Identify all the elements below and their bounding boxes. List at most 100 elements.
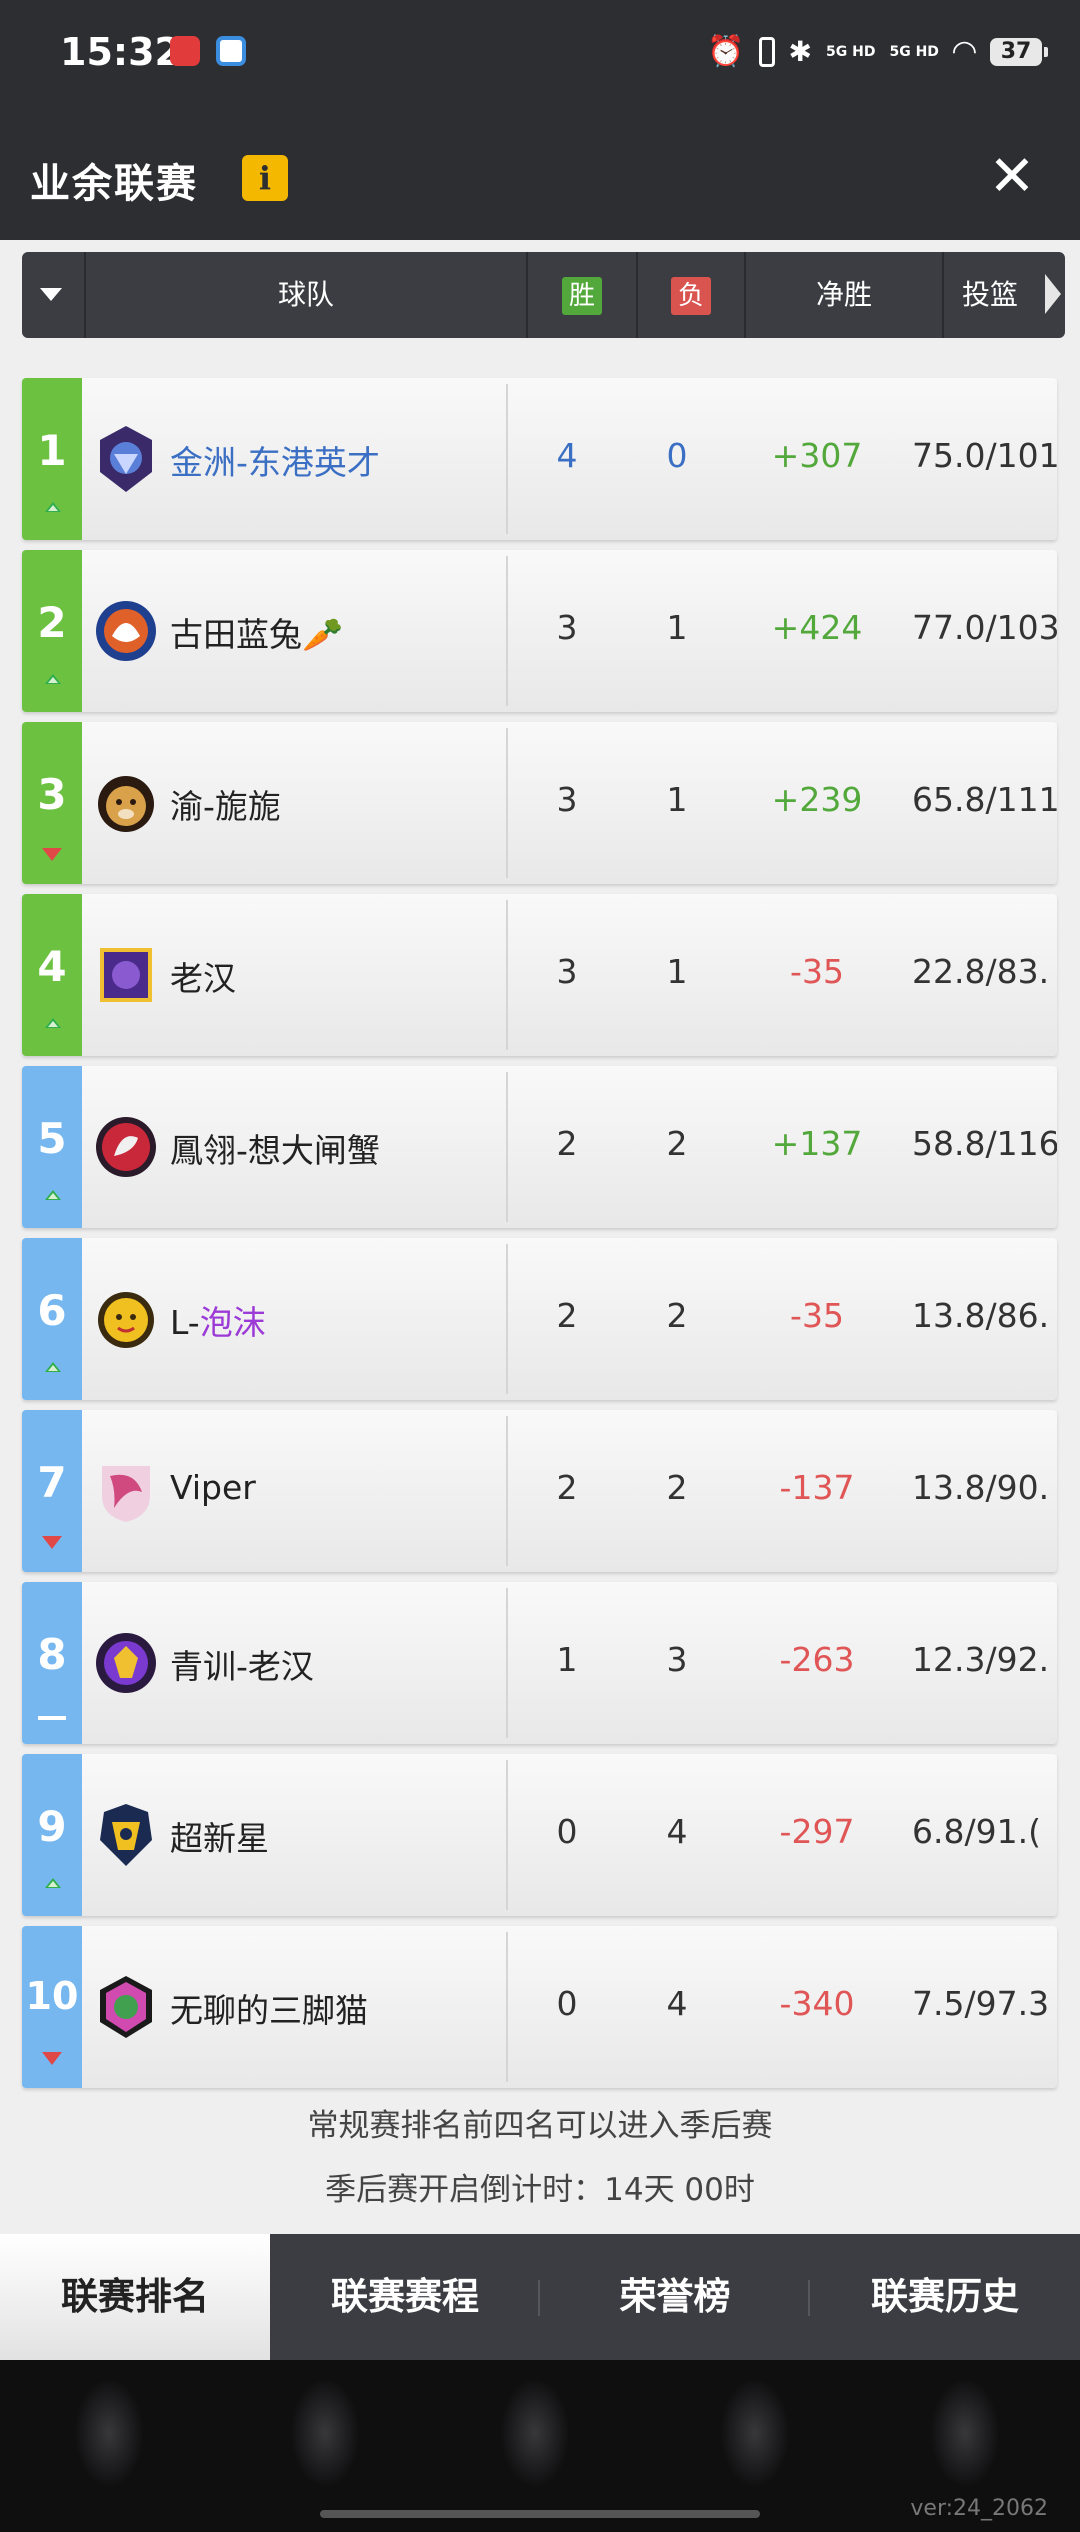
rank-number: 7 [37,1458,67,1507]
table-row[interactable]: 9 超新星 0 4 -297 6.8/91.( [22,1754,1057,1916]
column-team[interactable]: 球队 [86,252,526,338]
column-divider [506,1244,508,1394]
wins-value: 0 [556,1812,578,1851]
table-row[interactable]: 4 老汉 3 1 -35 22.8/83. [22,894,1057,1056]
losses-value: 1 [666,780,688,819]
rank-number: 1 [37,426,67,475]
table-row[interactable]: 6 L-泡沫 2 2 -35 13.8/86. [22,1238,1057,1400]
losses-value: 0 [666,436,688,475]
tab-league-history[interactable]: 联赛历史 [810,2234,1080,2360]
shooting-value: 58.8/116 [912,1124,1057,1163]
tab-league-schedule[interactable]: 联赛赛程 [270,2234,540,2360]
losses-value: 3 [666,1640,688,1679]
team-name[interactable]: 无聊的三脚猫 [170,1984,368,2032]
team-logo-icon [94,1456,158,1526]
column-divider [506,556,508,706]
blurred-nav-icon [290,2378,360,2488]
close-button[interactable]: ✕ [980,145,1044,209]
header-divider [942,252,944,338]
losses-value: 4 [666,1812,688,1851]
team-name-highlight: 泡沫 [199,1303,266,1342]
table-row[interactable]: 1 金洲-东港英才 4 0 +307 75.0/101 [22,378,1057,540]
team-name[interactable]: 老汉 [170,952,236,1000]
playoff-rule-note: 常规赛排名前四名可以进入季后赛 [307,2108,773,2144]
net-value: -35 [790,952,844,991]
wins-value: 2 [556,1124,578,1163]
team-name-prefix: L- [170,1303,200,1342]
column-divider [506,1416,508,1566]
wins-value: 3 [556,780,578,819]
team-name[interactable]: 金洲-东港英才 [170,436,380,484]
wifi-icon: ◠ [952,34,976,69]
table-row[interactable]: 10 无聊的三脚猫 0 4 -340 7.5/97.3 [22,1926,1057,2088]
blurred-nav-icon [930,2378,1000,2488]
shooting-value: 13.8/86. [912,1296,1050,1335]
column-net[interactable]: 净胜 [746,252,942,338]
team-name[interactable]: 古田蓝兔🥕 [170,608,343,656]
status-time: 15:32 [60,30,181,74]
rank-number: 3 [37,770,67,819]
tab-honor-roll[interactable]: 荣誉榜 [540,2234,810,2360]
losses-value: 2 [666,1468,688,1507]
column-shooting[interactable]: 投篮 [962,252,1032,338]
table-row[interactable]: 3 渝-旎旎 3 1 +239 65.8/111 [22,722,1057,884]
team-logo-icon [94,424,158,494]
team-name[interactable]: 超新星 [170,1812,269,1860]
info-icon[interactable]: i [242,155,288,201]
table-row[interactable]: 7 Viper 2 2 -137 13.8/90. [22,1410,1057,1572]
column-divider [506,900,508,1050]
team-logo-icon [94,1112,158,1182]
wins-value: 2 [556,1468,578,1507]
tab-label: 荣誉榜 [619,2275,731,2318]
shooting-value: 75.0/101 [912,436,1057,475]
vibrate-icon [758,36,775,67]
rank-number: 6 [37,1286,67,1335]
shooting-value: 6.8/91.( [912,1812,1041,1851]
trend-up-icon [44,672,62,684]
sort-dropdown-button[interactable] [22,252,84,338]
page-title: 业余联赛 [30,161,198,207]
wins-value: 0 [556,1984,578,2023]
rank-strip: 3 [22,722,82,884]
column-divider [506,1072,508,1222]
column-divider [506,1932,508,2082]
scroll-right-icon[interactable] [1045,274,1061,314]
standings-list: 1 金洲-东港英才 4 0 +307 75.0/101 2 古田蓝兔🥕 3 1 … [22,378,1057,2098]
wins-value: 2 [556,1296,578,1335]
home-indicator[interactable] [320,2510,760,2518]
column-wins[interactable]: 胜 [528,252,636,338]
rank-strip: 6 [22,1238,82,1400]
team-name[interactable]: 青训-老汉 [170,1640,314,1688]
net-value: -340 [779,1984,855,2023]
team-name[interactable]: 渝-旎旎 [170,780,281,828]
net-value: +424 [771,608,863,647]
blurred-nav-icon [500,2378,570,2488]
blurred-nav-icon [720,2378,790,2488]
table-row[interactable]: 8 青训-老汉 1 3 -263 12.3/92. [22,1582,1057,1744]
net-value: -263 [779,1640,855,1679]
team-name[interactable]: 鳳翎-想大闸蟹 [170,1124,380,1172]
column-losses[interactable]: 负 [638,252,744,338]
column-divider [506,384,508,534]
caret-down-icon [40,288,62,301]
shooting-value: 22.8/83. [912,952,1050,991]
losses-value: 2 [666,1296,688,1335]
team-name[interactable]: Viper [170,1468,256,1507]
team-logo-icon [94,596,158,666]
trend-up-icon [44,1876,62,1888]
wins-value: 1 [556,1640,578,1679]
losses-chip: 负 [671,277,711,315]
wins-value: 4 [556,436,578,475]
rank-strip: 4 [22,894,82,1056]
app-notification-icon-2 [216,36,246,66]
bluetooth-icon: ✱ [788,35,813,68]
net-value: +307 [771,436,863,475]
table-row[interactable]: 2 古田蓝兔🥕 3 1 +424 77.0/103 [22,550,1057,712]
blurred-nav-icon [74,2378,144,2488]
tab-league-ranking[interactable]: 联赛排名 [0,2234,270,2360]
rank-number: 2 [37,598,67,647]
rank-strip: 7 [22,1410,82,1572]
team-name[interactable]: L-泡沫 [170,1296,266,1344]
table-row[interactable]: 5 鳳翎-想大闸蟹 2 2 +137 58.8/116 [22,1066,1057,1228]
shooting-value: 7.5/97.3 [912,1984,1050,2023]
